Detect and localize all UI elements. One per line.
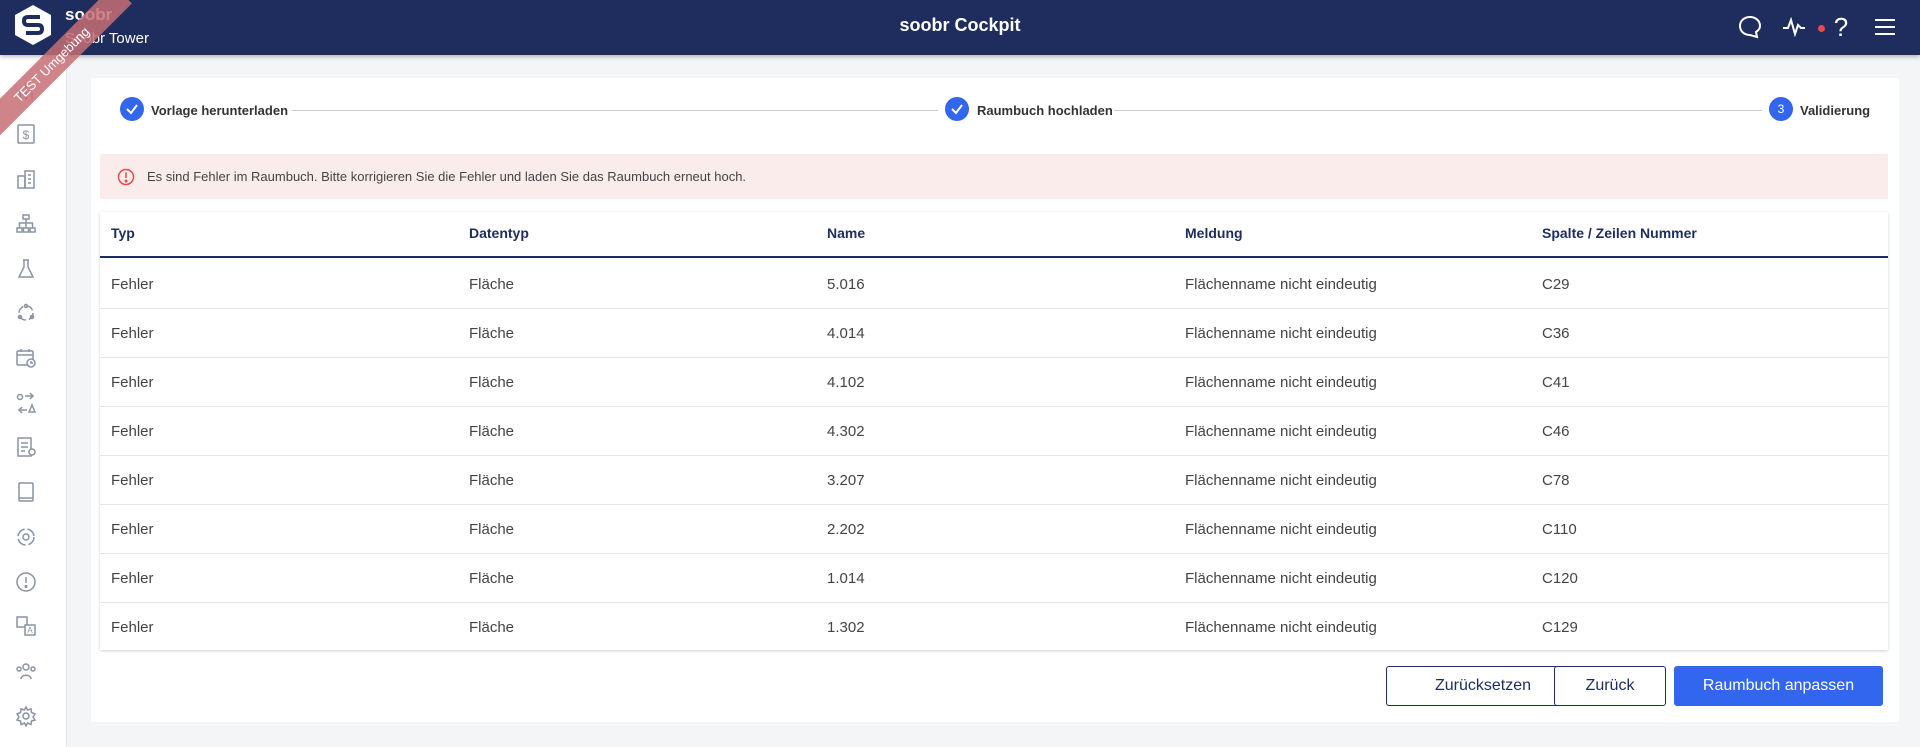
cell-spalte-zeile: C110: [1542, 521, 1577, 538]
step-2-label: Raumbuch hochladen: [977, 103, 1113, 118]
cell-typ: Fehler: [111, 374, 154, 391]
table-row: Fehler Fläche 4.014 Flächenname nicht einde…: [100, 309, 1888, 358]
cell-typ: Fehler: [111, 276, 154, 293]
cell-meldung: Flächenname nicht eindeutig: [1185, 423, 1377, 440]
table-row: Fehler Fläche 2.202 Flächenname nicht einde…: [100, 505, 1888, 554]
cell-typ: Fehler: [111, 521, 154, 538]
step-3-label: Validierung: [1800, 103, 1871, 118]
cycle-icon[interactable]: [13, 300, 39, 326]
settings-icon[interactable]: [13, 703, 39, 729]
chat-icon[interactable]: [1735, 12, 1765, 42]
cell-typ: Fehler: [111, 423, 154, 440]
cell-name: 4.102: [827, 374, 865, 391]
target-icon[interactable]: [13, 524, 39, 550]
cell-name: 3.207: [827, 472, 865, 489]
alert-icon[interactable]: [13, 569, 39, 595]
column-header-spalte-zeile[interactable]: Spalte / Zeilen Nummer: [1542, 225, 1697, 241]
tenant-name[interactable]: Soobr Tower: [65, 30, 149, 47]
cell-typ: Fehler: [111, 570, 154, 587]
svg-text:A: A: [27, 626, 33, 635]
cell-meldung: Flächenname nicht eindeutig: [1185, 325, 1377, 342]
step-3-number: 3: [1769, 97, 1793, 121]
step-2-check-icon: [945, 97, 969, 121]
hierarchy-icon[interactable]: [13, 211, 39, 237]
cell-typ: Fehler: [111, 619, 154, 636]
table-header: Typ Datentyp Name Meldung Spalte / Zeile…: [100, 212, 1888, 258]
adjust-room-book-button[interactable]: Raumbuch anpassen: [1674, 666, 1883, 706]
cell-name: 5.016: [827, 276, 865, 293]
cell-meldung: Flächenname nicht eindeutig: [1185, 276, 1377, 293]
table-row: Fehler Fläche 1.014 Flächenname nicht einde…: [100, 554, 1888, 603]
cell-meldung: Flächenname nicht eindeutig: [1185, 472, 1377, 489]
page-title: soobr Cockpit: [899, 15, 1021, 35]
cell-name: 1.302: [827, 619, 865, 636]
sidebar: $ A: [0, 55, 67, 747]
cell-spalte-zeile: C36: [1542, 325, 1570, 342]
table-row: Fehler Fläche 1.302 Flächenname nicht einde…: [100, 603, 1888, 652]
column-header-typ[interactable]: Typ: [111, 225, 135, 241]
step-connector: [1114, 110, 1762, 111]
translate-icon[interactable]: A: [13, 613, 39, 639]
help-icon[interactable]: ?: [1826, 12, 1856, 42]
step-1-check-icon: [120, 97, 144, 121]
table-row: Fehler Fläche 5.016 Flächenname nicht einde…: [100, 260, 1888, 309]
cell-datentyp: Fläche: [469, 276, 515, 293]
notification-dot: [1818, 25, 1825, 32]
table-row: Fehler Fläche 4.102 Flächenname nicht einde…: [100, 358, 1888, 407]
cell-meldung: Flächenname nicht eindeutig: [1185, 570, 1377, 587]
cell-typ: Fehler: [111, 325, 154, 342]
step-connector: [292, 110, 938, 111]
cell-datentyp: Fläche: [469, 570, 515, 587]
dashboard-icon[interactable]: [13, 77, 39, 103]
cell-name: 4.302: [827, 423, 865, 440]
cell-spalte-zeile: C41: [1542, 374, 1570, 391]
column-header-datentyp[interactable]: Datentyp: [469, 225, 529, 241]
cell-meldung: Flächenname nicht eindeutig: [1185, 619, 1377, 636]
table-row: Fehler Fläche 3.207 Flächenname nicht einde…: [100, 456, 1888, 505]
brand-name: soobr: [65, 5, 113, 24]
cell-name: 2.202: [827, 521, 865, 538]
error-banner-text: Es sind Fehler im Raumbuch. Bitte korrig…: [147, 169, 747, 184]
billing-icon[interactable]: $: [13, 121, 39, 147]
step-1-label: Vorlage herunterladen: [151, 103, 289, 118]
cell-spalte-zeile: C29: [1542, 276, 1570, 293]
cell-datentyp: Fläche: [469, 521, 515, 538]
cell-datentyp: Fläche: [469, 423, 515, 440]
menu-icon[interactable]: [1870, 12, 1900, 42]
cell-datentyp: Fläche: [469, 472, 515, 489]
app-header: soobr Soobr Tower soobr Cockpit ?: [0, 0, 1920, 55]
validation-table: Typ Datentyp Name Meldung Spalte / Zeile…: [100, 212, 1888, 650]
reset-button[interactable]: Zurücksetzen: [1386, 666, 1580, 706]
soobr-logo-icon[interactable]: [12, 4, 54, 46]
table-row: Fehler Fläche 4.302 Flächenname nicht einde…: [100, 407, 1888, 456]
cell-spalte-zeile: C129: [1542, 619, 1578, 636]
activity-icon[interactable]: [1779, 12, 1809, 42]
error-icon: [117, 168, 135, 186]
cell-meldung: Flächenname nicht eindeutig: [1185, 374, 1377, 391]
back-button[interactable]: Zurück: [1554, 666, 1666, 706]
cell-name: 1.014: [827, 570, 865, 587]
cell-meldung: Flächenname nicht eindeutig: [1185, 521, 1377, 538]
team-icon[interactable]: [13, 658, 39, 684]
cell-spalte-zeile: C46: [1542, 423, 1570, 440]
cell-datentyp: Fläche: [469, 619, 515, 636]
assignment-icon[interactable]: [13, 390, 39, 416]
cell-datentyp: Fläche: [469, 325, 515, 342]
cell-name: 4.014: [827, 325, 865, 342]
buildings-icon[interactable]: [13, 166, 39, 192]
report-icon[interactable]: [13, 434, 39, 460]
cell-spalte-zeile: C78: [1542, 472, 1570, 489]
book-icon[interactable]: [13, 479, 39, 505]
column-header-name[interactable]: Name: [827, 225, 865, 241]
column-header-meldung[interactable]: Meldung: [1185, 225, 1243, 241]
cell-datentyp: Fläche: [469, 374, 515, 391]
cell-typ: Fehler: [111, 472, 154, 489]
calendar-icon[interactable]: [13, 345, 39, 371]
lab-icon[interactable]: [13, 256, 39, 282]
cell-spalte-zeile: C120: [1542, 570, 1578, 587]
svg-text:$: $: [23, 128, 30, 142]
